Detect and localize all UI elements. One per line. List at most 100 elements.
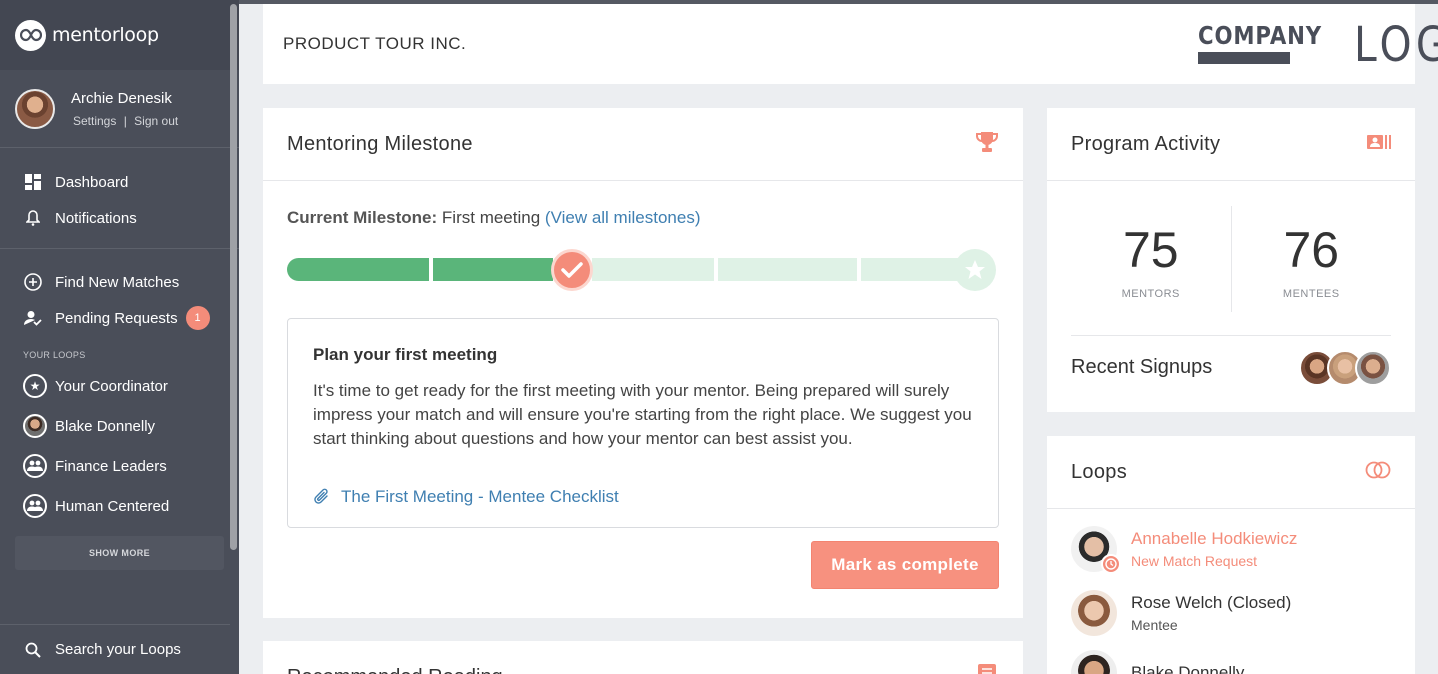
nav-find-matches[interactable]: Find New Matches xyxy=(0,264,239,300)
recent-signups: Recent Signups xyxy=(1071,335,1391,399)
loops-card: Loops Annabelle Hodkiewicz New Match Req… xyxy=(1047,436,1415,674)
avatar[interactable] xyxy=(1355,349,1391,386)
search-icon xyxy=(24,641,42,659)
reading-title: Recommended Reading xyxy=(287,666,503,674)
matches-nav: Find New Matches Pending Requests 1 YOUR… xyxy=(0,249,239,570)
nav-dashboard[interactable]: Dashboard xyxy=(0,164,239,200)
loop-blake-donnelly[interactable]: Blake Donnelly xyxy=(0,406,239,446)
nav-pending-requests-label: Pending Requests xyxy=(55,309,178,327)
mark-as-complete-button[interactable]: Mark as complete xyxy=(811,541,999,589)
mentorloop-logo-icon xyxy=(15,19,46,51)
task-title: Plan your first meeting xyxy=(313,345,498,364)
progress-segment xyxy=(433,258,553,281)
activity-stats: 75 MENTORS 76 MENTEES xyxy=(1071,206,1391,312)
signup-avatars xyxy=(1299,349,1391,386)
star-icon: ★ xyxy=(23,374,47,398)
attachment-link[interactable]: The First Meeting - Mentee Checklist xyxy=(313,487,973,507)
milestone-title: Mentoring Milestone xyxy=(287,132,473,155)
bell-icon xyxy=(24,209,42,227)
user-check-icon xyxy=(24,309,42,327)
progress-segment xyxy=(592,258,714,281)
final-milestone-star-icon[interactable] xyxy=(954,249,996,291)
your-loops-heading: YOUR LOOPS xyxy=(23,350,86,360)
current-milestone-value: First meeting xyxy=(441,208,541,227)
settings-link[interactable]: Settings xyxy=(73,114,116,128)
attachment-label: The First Meeting - Mentee Checklist xyxy=(341,487,619,506)
brand-name: mentorloop xyxy=(52,24,159,46)
activity-title: Program Activity xyxy=(1071,132,1221,155)
view-all-milestones-link[interactable]: (View all milestones) xyxy=(545,208,701,227)
avatar xyxy=(1071,650,1117,674)
current-milestone-check-icon[interactable] xyxy=(551,249,593,291)
contact-card-icon xyxy=(1367,134,1391,155)
avatar[interactable] xyxy=(15,88,55,129)
pending-count-badge: 1 xyxy=(185,306,210,330)
dashboard-icon xyxy=(24,173,42,191)
group-icon xyxy=(23,454,47,478)
loop-name: Annabelle Hodkiewicz xyxy=(1131,529,1298,548)
list-item[interactable]: Blake Donnelly xyxy=(1071,650,1244,674)
progress-segment xyxy=(718,258,857,281)
mentees-label: MENTEES xyxy=(1282,288,1340,300)
list-item[interactable]: Annabelle Hodkiewicz New Match Request xyxy=(1071,526,1298,574)
primary-nav: Dashboard Notifications xyxy=(0,148,239,249)
book-icon xyxy=(977,663,997,674)
link-separator: | xyxy=(123,113,127,128)
sidebar-scrollbar[interactable] xyxy=(230,4,237,550)
mentors-count: 75 xyxy=(1122,222,1179,278)
program-activity-card: Program Activity 75 MENTORS 76 MENTEES R… xyxy=(1047,108,1415,412)
milestone-progress xyxy=(287,249,997,291)
avatar xyxy=(1071,590,1117,636)
logo-company-text: COMPANY xyxy=(1198,21,1323,50)
loop-name: Blake Donnelly xyxy=(1131,663,1245,674)
loop-label: Blake Donnelly xyxy=(55,417,156,435)
loop-label: Your Coordinator xyxy=(55,377,168,395)
loops-title: Loops xyxy=(1071,460,1127,483)
nav-notifications[interactable]: Notifications xyxy=(0,200,239,236)
company-header: PRODUCT TOUR INC. COMPANY LOGO xyxy=(263,4,1438,84)
plus-circle-icon xyxy=(24,273,42,291)
sidebar: mentorloop Archie Denesik Settings | Sig… xyxy=(0,0,239,674)
nav-dashboard-label: Dashboard xyxy=(55,173,129,191)
logo-bar xyxy=(1198,52,1290,64)
mentors-label: MENTORS xyxy=(1121,288,1180,300)
loop-name: Rose Welch (Closed) xyxy=(1131,593,1292,612)
nav-pending-requests[interactable]: Pending Requests 1 xyxy=(0,300,239,336)
mentees-stat[interactable]: 76 MENTEES xyxy=(1232,206,1392,312)
loop-human-centered[interactable]: Human Centered xyxy=(0,486,239,526)
avatar xyxy=(23,414,47,438)
loop-your-coordinator[interactable]: ★ Your Coordinator xyxy=(0,366,239,406)
mentors-stat[interactable]: 75 MENTORS xyxy=(1071,206,1232,312)
current-milestone-label: Current Milestone: xyxy=(287,208,438,227)
brand[interactable]: mentorloop xyxy=(0,0,239,70)
trophy-icon xyxy=(975,131,999,158)
progress-segment xyxy=(287,258,429,281)
linked-circles-icon xyxy=(1365,459,1391,486)
nav-notifications-label: Notifications xyxy=(55,209,137,227)
show-more-button[interactable]: SHOW MORE xyxy=(15,536,224,570)
signout-link[interactable]: Sign out xyxy=(134,114,178,128)
loop-label: Human Centered xyxy=(55,497,170,515)
loop-subtitle: New Match Request xyxy=(1131,553,1258,569)
mentoring-milestone-card: Mentoring Milestone Current Milestone: F… xyxy=(263,108,1023,618)
clock-icon xyxy=(1101,554,1121,574)
recent-signups-title: Recent Signups xyxy=(1071,356,1213,378)
user-profile: Archie Denesik Settings | Sign out xyxy=(0,70,239,148)
company-name: PRODUCT TOUR INC. xyxy=(283,34,467,53)
avatar xyxy=(1071,526,1121,574)
milestone-task: Plan your first meeting It's time to get… xyxy=(287,318,999,528)
user-name: Archie Denesik xyxy=(71,89,172,107)
loop-finance-leaders[interactable]: Finance Leaders xyxy=(0,446,239,486)
paperclip-icon xyxy=(313,488,331,506)
task-description: It's time to get ready for the first mee… xyxy=(313,381,972,448)
logo-main-text: LOGO xyxy=(1353,17,1438,73)
nav-find-matches-label: Find New Matches xyxy=(55,273,180,291)
search-loops-label: Search your Loops xyxy=(55,641,181,658)
group-icon xyxy=(23,494,47,518)
current-milestone: Current Milestone: First meeting (View a… xyxy=(287,208,700,228)
search-loops[interactable]: Search your Loops xyxy=(0,624,230,674)
recommended-reading-card: Recommended Reading xyxy=(263,641,1023,674)
company-logo: COMPANY LOGO xyxy=(1198,17,1438,73)
loop-label: Finance Leaders xyxy=(55,457,167,475)
list-item[interactable]: Rose Welch (Closed) Mentee xyxy=(1071,590,1291,636)
